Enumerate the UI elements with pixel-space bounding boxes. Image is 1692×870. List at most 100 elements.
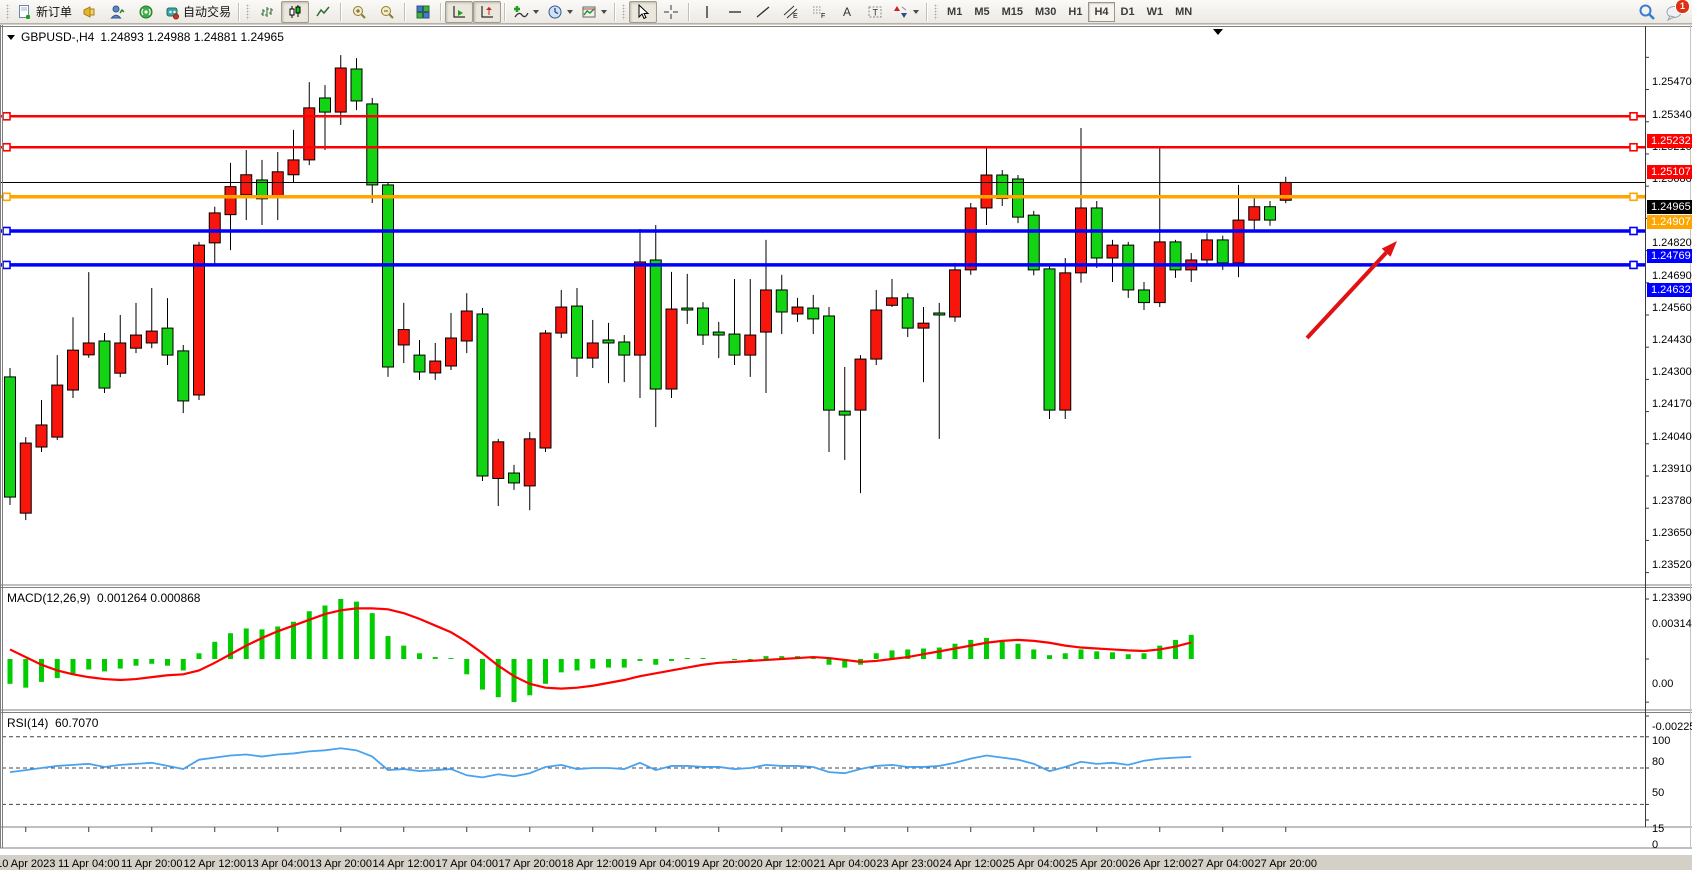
time-axis-label: 14 Apr 12:00 bbox=[359, 858, 449, 870]
time-axis-label: 13 Apr 20:00 bbox=[296, 858, 386, 870]
text-icon: A bbox=[839, 4, 855, 20]
auto-scroll-icon bbox=[451, 4, 467, 20]
new-order-icon bbox=[17, 4, 33, 20]
cursor-icon bbox=[635, 4, 651, 20]
news-button[interactable] bbox=[76, 1, 104, 23]
indicators-icon bbox=[513, 4, 529, 20]
zoom-in-button[interactable] bbox=[345, 1, 373, 23]
tab-timeframe-m30[interactable]: M30 bbox=[1029, 2, 1062, 22]
new-order-label: 新订单 bbox=[36, 3, 72, 20]
toolbar: 新订单 自动交易 bbox=[0, 0, 1692, 24]
time-axis-label: 11 Apr 20:00 bbox=[107, 858, 197, 870]
hline-icon bbox=[727, 4, 743, 20]
time-axis-label: 19 Apr 20:00 bbox=[674, 858, 764, 870]
toolbar-grip[interactable] bbox=[622, 4, 626, 20]
tab-timeframe-h1[interactable]: H1 bbox=[1062, 2, 1088, 22]
time-axis-label: 10 Apr 2023 bbox=[0, 858, 71, 870]
autotrade-button[interactable]: 自动交易 bbox=[160, 1, 235, 23]
tab-timeframe-w1[interactable]: W1 bbox=[1141, 2, 1170, 22]
tab-timeframe-h4[interactable]: H4 bbox=[1088, 2, 1114, 22]
autotrade-icon bbox=[164, 4, 180, 20]
chevron-down-icon bbox=[913, 10, 919, 14]
bar-chart-icon bbox=[259, 4, 275, 20]
line-chart-button[interactable] bbox=[309, 1, 337, 23]
tab-timeframe-d1[interactable]: D1 bbox=[1115, 2, 1141, 22]
time-axis-label: 23 Apr 23:00 bbox=[863, 858, 953, 870]
main-chart-canvas[interactable] bbox=[0, 25, 1692, 855]
profile-button[interactable] bbox=[104, 1, 132, 23]
time-axis-label: 27 Apr 04:00 bbox=[1178, 858, 1268, 870]
trendline-button[interactable] bbox=[749, 1, 777, 23]
vline-icon bbox=[699, 4, 715, 20]
chevron-down-icon bbox=[533, 10, 539, 14]
signal-icon bbox=[138, 4, 154, 20]
indicators-button[interactable] bbox=[509, 1, 543, 23]
autotrade-label: 自动交易 bbox=[183, 3, 231, 20]
tile-windows-button[interactable] bbox=[409, 1, 437, 23]
time-axis-label: 17 Apr 04:00 bbox=[422, 858, 512, 870]
equidistant-channel-button[interactable]: E bbox=[777, 1, 805, 23]
time-axis-label: 19 Apr 04:00 bbox=[611, 858, 701, 870]
time-axis-label: 20 Apr 12:00 bbox=[737, 858, 827, 870]
arrows-button[interactable] bbox=[889, 1, 923, 23]
toolbar-grip[interactable] bbox=[6, 4, 10, 20]
notifications-button[interactable]: 1 bbox=[1661, 1, 1689, 23]
chart-window: GBPUSD-,H4 1.24893 1.24988 1.24881 1.249… bbox=[0, 25, 1692, 848]
time-axis-label: 12 Apr 12:00 bbox=[170, 858, 260, 870]
chart-shift-icon bbox=[479, 4, 495, 20]
time-axis-label: 17 Apr 20:00 bbox=[485, 858, 575, 870]
search-button[interactable] bbox=[1633, 1, 1661, 23]
channel-icon: E bbox=[783, 4, 799, 20]
vertical-line-button[interactable] bbox=[693, 1, 721, 23]
crosshair-button[interactable] bbox=[657, 1, 685, 23]
templates-button[interactable] bbox=[577, 1, 611, 23]
time-axis-label: 18 Apr 12:00 bbox=[548, 858, 638, 870]
text-label-icon: T bbox=[867, 4, 883, 20]
toolbar-grip[interactable] bbox=[246, 4, 250, 20]
tile-windows-icon bbox=[415, 4, 431, 20]
zoom-out-button[interactable] bbox=[373, 1, 401, 23]
search-icon bbox=[1638, 3, 1656, 21]
trendline-icon bbox=[755, 4, 771, 20]
time-axis-label: 25 Apr 04:00 bbox=[989, 858, 1079, 870]
candlestick-icon bbox=[287, 4, 303, 20]
candlestick-chart-button[interactable] bbox=[281, 1, 309, 23]
auto-scroll-button[interactable] bbox=[445, 1, 473, 23]
time-axis-label: 13 Apr 04:00 bbox=[233, 858, 323, 870]
svg-text:F: F bbox=[821, 13, 825, 20]
horizontal-line-button[interactable] bbox=[721, 1, 749, 23]
time-axis-label: 26 Apr 12:00 bbox=[1115, 858, 1205, 870]
fibonacci-button[interactable]: F bbox=[805, 1, 833, 23]
notification-badge: 1 bbox=[1675, 0, 1690, 14]
fibonacci-icon: F bbox=[811, 4, 827, 20]
line-chart-icon bbox=[315, 4, 331, 20]
chevron-down-icon bbox=[601, 10, 607, 14]
tab-timeframe-mn[interactable]: MN bbox=[1169, 2, 1198, 22]
text-button[interactable]: A bbox=[833, 1, 861, 23]
cursor-button[interactable] bbox=[629, 1, 657, 23]
templates-icon bbox=[581, 4, 597, 20]
zoom-in-icon bbox=[351, 4, 367, 20]
periods-button[interactable] bbox=[543, 1, 577, 23]
crosshair-icon bbox=[663, 4, 679, 20]
time-axis-label: 27 Apr 20:00 bbox=[1241, 858, 1331, 870]
bar-chart-button[interactable] bbox=[253, 1, 281, 23]
tab-timeframe-m5[interactable]: M5 bbox=[968, 2, 995, 22]
zoom-out-icon bbox=[379, 4, 395, 20]
new-order-button[interactable]: 新订单 bbox=[13, 1, 76, 23]
chart-shift-button[interactable] bbox=[473, 1, 501, 23]
chevron-down-icon bbox=[567, 10, 573, 14]
horn-icon bbox=[82, 4, 98, 20]
time-axis-label: 25 Apr 20:00 bbox=[1052, 858, 1142, 870]
text-label-button[interactable]: T bbox=[861, 1, 889, 23]
periods-icon bbox=[547, 4, 563, 20]
svg-text:E: E bbox=[793, 13, 798, 20]
time-axis-label: 11 Apr 04:00 bbox=[44, 858, 134, 870]
time-axis-label: 24 Apr 12:00 bbox=[926, 858, 1016, 870]
svg-text:A: A bbox=[843, 5, 851, 19]
tab-timeframe-m15[interactable]: M15 bbox=[996, 2, 1029, 22]
tab-timeframe-m1[interactable]: M1 bbox=[941, 2, 968, 22]
signals-button[interactable] bbox=[132, 1, 160, 23]
toolbar-grip[interactable] bbox=[934, 4, 938, 20]
arrows-icon bbox=[893, 4, 909, 20]
